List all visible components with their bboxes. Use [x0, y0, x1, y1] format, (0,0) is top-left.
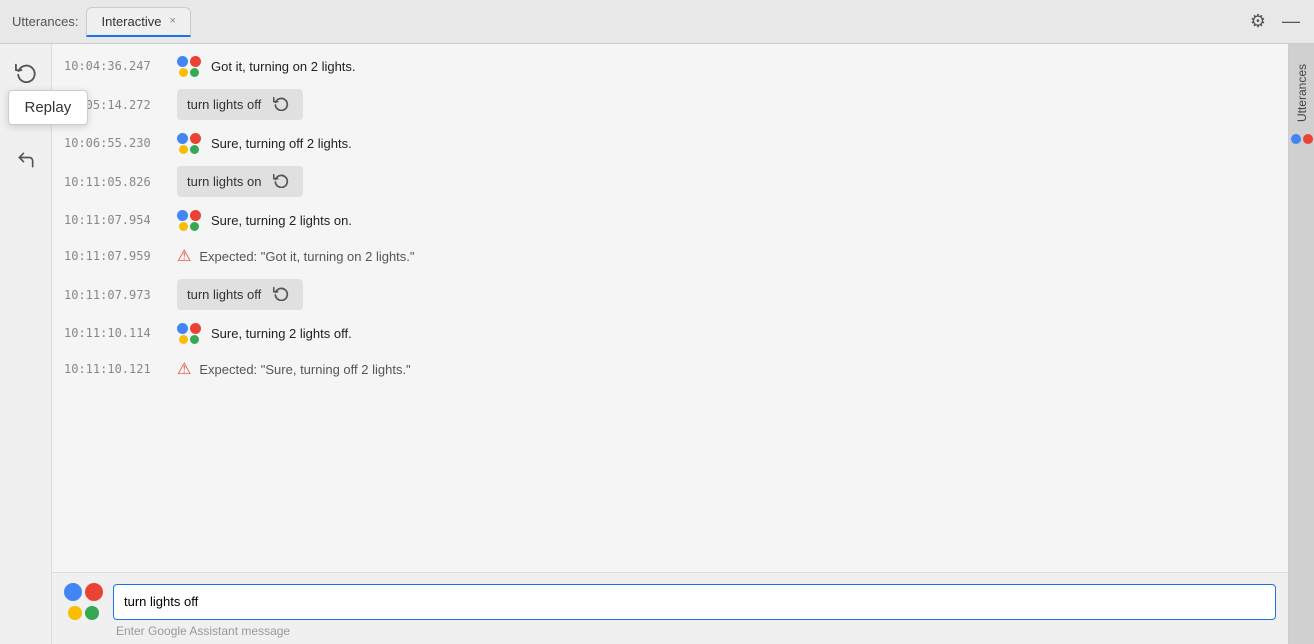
- timestamp: 10:11:07.954: [64, 213, 169, 227]
- timestamp: 10:11:10.114: [64, 326, 169, 340]
- error-icon: ⚠: [177, 359, 191, 379]
- minimize-button[interactable]: —: [1280, 9, 1302, 34]
- message-row: 10:06:55.230 Sure, turning off 2 lights.: [52, 125, 1288, 161]
- error-text: Expected: "Sure, turning off 2 lights.": [199, 362, 1276, 377]
- dot-yellow: [179, 222, 188, 231]
- message-row: 10:11:10.114 Sure, turning 2 lights off.: [52, 315, 1288, 351]
- content-area: Replay 10:04:: [0, 44, 1314, 644]
- dot-blue: [177, 210, 188, 221]
- dot-green: [190, 68, 199, 77]
- message-row: 10:11:05.826 turn lights on: [52, 161, 1288, 202]
- timestamp: 10:05:14.272: [64, 98, 169, 112]
- dot-green: [190, 145, 199, 154]
- replay-utterance-button[interactable]: [269, 170, 293, 193]
- big-dot-red: [85, 583, 103, 601]
- replay-utterance-button[interactable]: [269, 283, 293, 306]
- bottom-input-area: Enter Google Assistant message: [52, 572, 1288, 644]
- dot-yellow: [179, 335, 188, 344]
- google-assistant-icon: [177, 133, 201, 154]
- dot-green: [190, 222, 199, 231]
- message-row: 10:04:36.247 Got it, turning on 2 lights…: [52, 48, 1288, 84]
- google-assistant-big-icon: [64, 583, 103, 620]
- right-sidebar: Utterances: [1288, 44, 1314, 644]
- message-row: 10:11:07.973 turn lights off: [52, 274, 1288, 315]
- input-row: [64, 583, 1276, 620]
- google-assistant-icon: [177, 210, 201, 231]
- dot-green: [190, 335, 199, 344]
- error-text: Expected: "Got it, turning on 2 lights.": [199, 249, 1276, 264]
- user-text: turn lights off: [187, 287, 261, 302]
- message-input[interactable]: [113, 584, 1276, 620]
- message-row: 10:11:07.954 Sure, turning 2 lights on.: [52, 202, 1288, 238]
- messages-area: 10:04:36.247 Got it, turning on 2 lights…: [52, 44, 1288, 572]
- google-assistant-icon: [177, 323, 201, 344]
- user-utterance-box: turn lights on: [177, 166, 303, 197]
- timestamp: 10:11:07.973: [64, 288, 169, 302]
- dot-yellow: [179, 68, 188, 77]
- timestamp: 10:06:55.230: [64, 136, 169, 150]
- dot-blue: [177, 133, 188, 144]
- replay-utterance-button[interactable]: [269, 93, 293, 116]
- message-text: Sure, turning 2 lights off.: [211, 326, 1276, 341]
- sidebar-dot-blue: [1291, 134, 1301, 144]
- user-text: turn lights off: [187, 97, 261, 112]
- dot-red: [190, 56, 201, 67]
- title-bar-actions: ⚙ —: [1248, 9, 1302, 34]
- user-utterance-box: turn lights off: [177, 89, 303, 120]
- gear-button[interactable]: ⚙: [1248, 9, 1268, 34]
- utterances-tab-icon: [1291, 134, 1313, 144]
- undo-toolbar-button[interactable]: [8, 142, 44, 178]
- replay-btn-container: Replay: [8, 54, 44, 90]
- user-text: turn lights on: [187, 174, 261, 189]
- dot-blue: [177, 323, 188, 334]
- tab-label: Interactive: [101, 14, 161, 29]
- timestamp: 10:11:10.121: [64, 362, 169, 376]
- input-hint: Enter Google Assistant message: [64, 624, 1276, 638]
- replay-toolbar-button[interactable]: [8, 54, 44, 90]
- left-toolbar: Replay: [0, 44, 52, 644]
- big-dot-green: [85, 606, 99, 620]
- dot-yellow: [179, 145, 188, 154]
- timestamp: 10:11:05.826: [64, 175, 169, 189]
- dot-red: [190, 323, 201, 334]
- error-icon: ⚠: [177, 246, 191, 266]
- utterances-tab-label: Utterances: [1295, 64, 1309, 122]
- main-panel: 10:04:36.247 Got it, turning on 2 lights…: [52, 44, 1288, 644]
- timestamp: 10:11:07.959: [64, 249, 169, 263]
- interactive-tab[interactable]: Interactive ×: [86, 7, 190, 37]
- dot-red: [190, 133, 201, 144]
- dot-red: [190, 210, 201, 221]
- google-assistant-icon: [177, 56, 201, 77]
- main-window: Utterances: Interactive × ⚙ — Replay: [0, 0, 1314, 644]
- big-dot-blue: [64, 583, 82, 601]
- message-text: Got it, turning on 2 lights.: [211, 59, 1276, 74]
- utterances-label: Utterances:: [12, 14, 78, 29]
- utterances-sidebar-tab[interactable]: Utterances: [1287, 54, 1314, 154]
- error-row: 10:11:07.959 ⚠ Expected: "Got it, turnin…: [52, 238, 1288, 274]
- timestamp: 10:04:36.247: [64, 59, 169, 73]
- user-utterance-box: turn lights off: [177, 279, 303, 310]
- title-bar: Utterances: Interactive × ⚙ —: [0, 0, 1314, 44]
- big-dot-yellow: [68, 606, 82, 620]
- message-text: Sure, turning 2 lights on.: [211, 213, 1276, 228]
- error-row: 10:11:10.121 ⚠ Expected: "Sure, turning …: [52, 351, 1288, 387]
- save-toolbar-button[interactable]: [8, 98, 44, 134]
- tab-close-button[interactable]: ×: [169, 16, 175, 27]
- message-text: Sure, turning off 2 lights.: [211, 136, 1276, 151]
- message-row: 10:05:14.272 turn lights off: [52, 84, 1288, 125]
- dot-blue: [177, 56, 188, 67]
- sidebar-dot-red: [1303, 134, 1313, 144]
